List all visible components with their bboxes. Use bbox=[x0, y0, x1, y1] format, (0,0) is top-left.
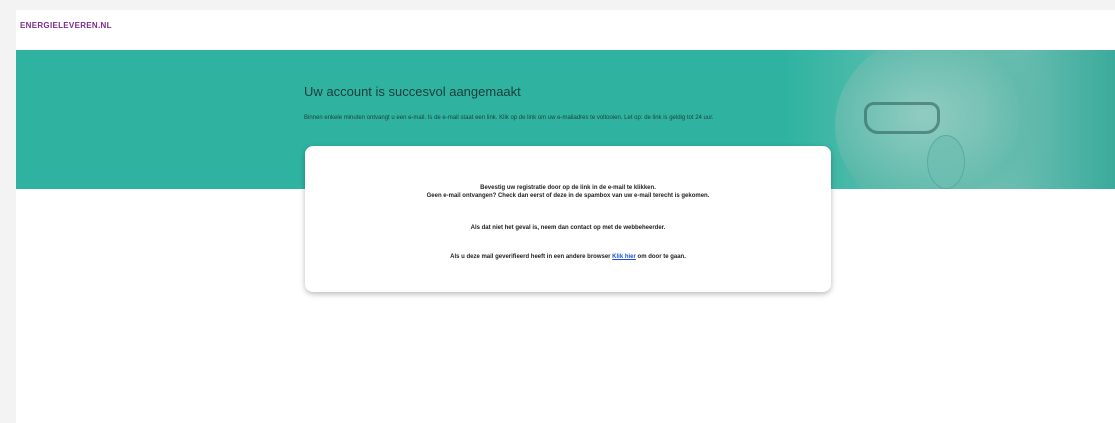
confirmation-card: Bevestig uw registratie door op de link … bbox=[305, 146, 831, 292]
instructions-block: Bevestig uw registratie door op de link … bbox=[305, 184, 831, 200]
other-browser-text: Als u deze mail geverifieerd heeft in ee… bbox=[305, 253, 831, 261]
contact-hint: Als dat niet het geval is, neem dan cont… bbox=[470, 225, 666, 231]
glasses-image bbox=[864, 102, 940, 134]
page-title: Uw account is succesvol aangemaakt bbox=[304, 84, 521, 99]
spambox-hint: Geen e-mail ontvangen? Check dan eerst o… bbox=[426, 193, 710, 199]
ear-image bbox=[927, 135, 965, 189]
click-here-link[interactable]: Klik hier bbox=[612, 254, 636, 260]
page: ENERGIELEVEREN.NL Uw account is succesvo… bbox=[16, 10, 1115, 423]
intro-text: Binnen enkele minuten ontvangt u een e-m… bbox=[304, 115, 714, 121]
other-browser-block: Als u deze mail geverifieerd heeft in ee… bbox=[305, 253, 831, 261]
contact-block: Als dat niet het geval is, neem dan cont… bbox=[305, 224, 831, 232]
confirm-instruction: Bevestig uw registratie door op de link … bbox=[480, 185, 656, 191]
other-browser-prefix: Als u deze mail geverifieerd heeft in ee… bbox=[450, 254, 611, 260]
site-logo[interactable]: ENERGIELEVEREN.NL bbox=[20, 21, 112, 30]
other-browser-suffix: om door te gaan. bbox=[637, 254, 686, 260]
